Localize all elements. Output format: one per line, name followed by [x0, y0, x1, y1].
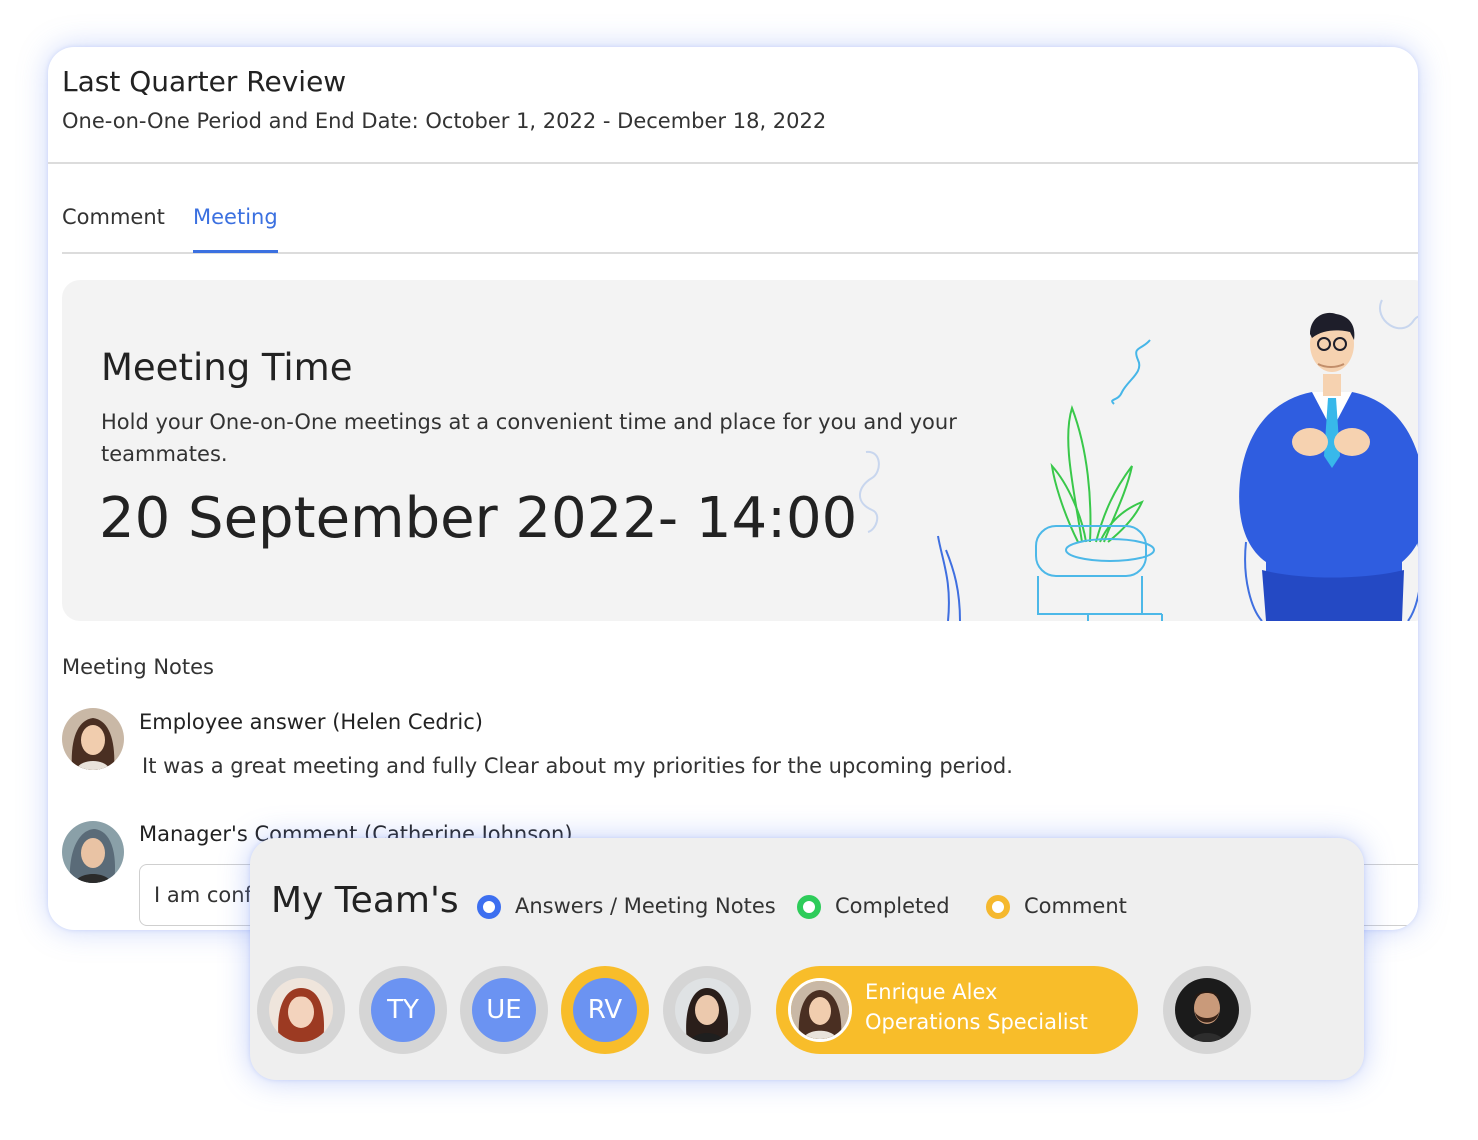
tab-comment[interactable]: Comment: [62, 205, 165, 229]
meeting-datetime: 20 September 2022- 14:00: [99, 486, 858, 551]
completed-legend-label: Completed: [835, 894, 950, 918]
comment-legend-label: Comment: [1024, 894, 1127, 918]
member-initials: RV: [573, 978, 637, 1042]
review-card: Last Quarter Review One-on-One Period an…: [48, 47, 1418, 930]
employee-avatar: [62, 708, 124, 770]
avatar-icon: [788, 978, 852, 1042]
meeting-time-banner: Meeting Time Hold your One-on-One meetin…: [62, 280, 1418, 621]
employee-answer-name: Employee answer (Helen Cedric): [139, 710, 483, 734]
member-role: Operations Specialist: [865, 1010, 1088, 1034]
team-member-rv[interactable]: RV: [561, 966, 649, 1054]
avatar-woman-dark-hair-icon: [675, 978, 739, 1042]
manager-avatar: [62, 821, 124, 883]
review-period: One-on-One Period and End Date: October …: [62, 109, 827, 133]
meeting-notes-title: Meeting Notes: [62, 655, 214, 679]
answers-legend-icon: [477, 895, 501, 919]
member-initials: TY: [371, 978, 435, 1042]
avatar-man-beard-icon: [1175, 978, 1239, 1042]
selected-team-member[interactable]: Enrique Alex Operations Specialist: [776, 966, 1138, 1054]
meeting-time-title: Meeting Time: [101, 346, 353, 389]
review-title: Last Quarter Review: [62, 65, 347, 98]
completed-legend-icon: [797, 895, 821, 919]
review-header: Last Quarter Review One-on-One Period an…: [48, 47, 1418, 164]
businessman-illustration: [859, 299, 1418, 621]
my-team-panel: My Team's Answers / Meeting Notes Comple…: [250, 838, 1364, 1080]
employee-answer-text: It was a great meeting and fully Clear a…: [142, 754, 1013, 778]
team-member-avatar[interactable]: [1163, 966, 1251, 1054]
avatar-woman-red-hair-icon: [269, 978, 333, 1042]
answers-legend-label: Answers / Meeting Notes: [515, 894, 776, 918]
team-member-ue[interactable]: UE: [460, 966, 548, 1054]
team-member-ty[interactable]: TY: [359, 966, 447, 1054]
team-member-avatar[interactable]: [663, 966, 751, 1054]
team-member-avatar[interactable]: [257, 966, 345, 1054]
tab-meeting[interactable]: Meeting: [193, 205, 278, 229]
member-initials: UE: [472, 978, 536, 1042]
member-name: Enrique Alex: [865, 980, 998, 1004]
my-team-title: My Team's: [271, 880, 459, 921]
review-tabs: Comment Meeting: [62, 187, 1418, 254]
comment-legend-icon: [986, 895, 1010, 919]
active-tab-indicator: [193, 250, 278, 253]
